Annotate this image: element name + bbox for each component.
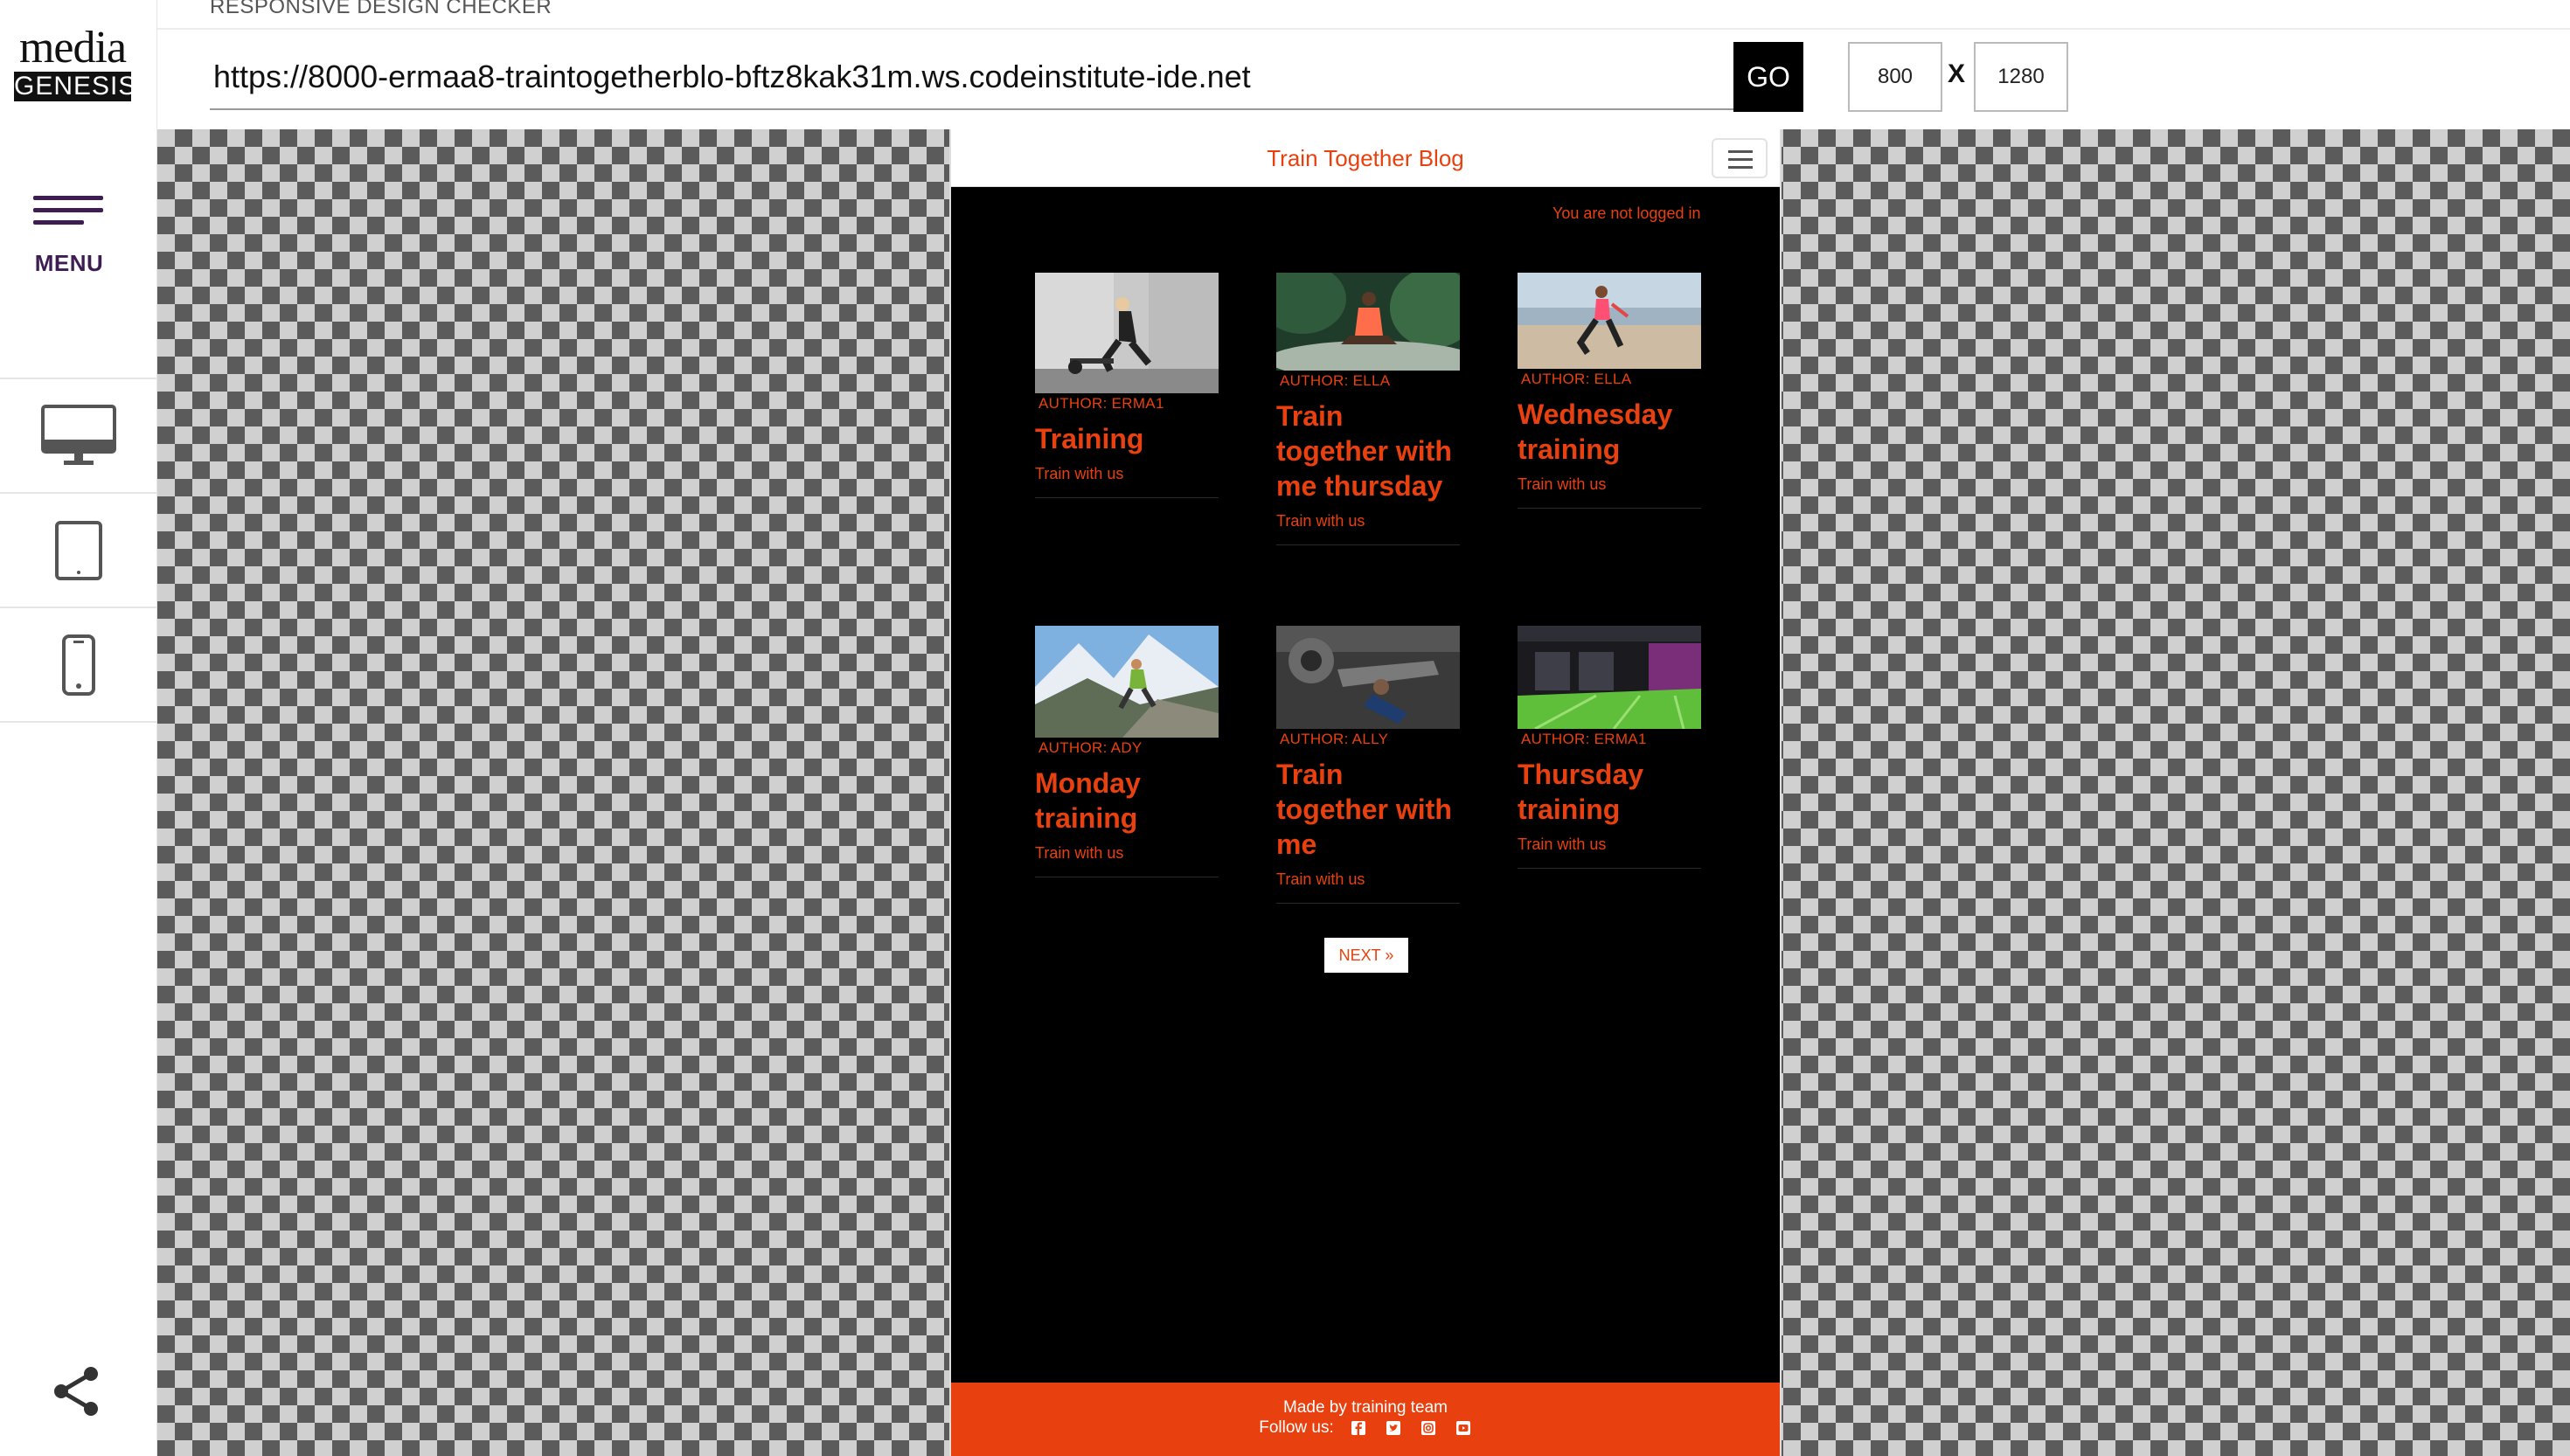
post-excerpt: Train with us [1518,835,1607,853]
post-card: AUTHOR: ERMA1 Thursday training Train wi… [1518,626,1701,869]
blog-footer: Made by training team Follow us: [951,1383,1780,1456]
blog-navbar: Train Together Blog [951,129,1780,187]
logo-text-top: media [18,23,127,73]
page-title: RESPONSIVE DESIGN CHECKER [210,0,552,18]
facebook-icon[interactable] [1350,1419,1367,1437]
divider [1518,868,1701,869]
post-image-gym-press[interactable] [1276,626,1460,729]
phone-icon [62,634,95,696]
post-author: AUTHOR: ADY [1038,739,1143,756]
phone-view-button[interactable] [0,608,157,723]
divider [1035,497,1219,498]
post-title-link[interactable]: Train together with me thursday [1276,399,1460,503]
share-button[interactable] [51,1365,103,1418]
post-author: AUTHOR: ERMA1 [1521,731,1647,747]
dimension-separator: X [1948,59,1966,88]
tablet-view-button[interactable] [0,494,157,608]
desktop-icon [41,404,116,465]
share-icon [54,1367,98,1416]
post-title-link[interactable]: Training [1035,421,1219,456]
divider [1518,508,1701,509]
hamburger-menu-icon [33,196,107,236]
navbar-toggler-button[interactable] [1712,138,1768,178]
post-title-link[interactable]: Wednesday training [1518,397,1701,467]
site-preview-frame: Train Together Blog You are not logged i… [949,129,1782,1456]
post-excerpt: Train with us [1518,475,1607,493]
post-card: AUTHOR: ELLA Wednesday training Train wi… [1518,273,1701,509]
post-card: AUTHOR: ERMA1 Training Train with us [1035,273,1219,498]
post-card: AUTHOR: ADY Monday training Train with u… [1035,626,1219,877]
post-excerpt: Train with us [1035,844,1124,862]
post-image-gym-lunge[interactable] [1035,273,1219,393]
post-author: AUTHOR: ERMA1 [1038,395,1164,412]
url-input[interactable] [210,45,1783,110]
post-title-link[interactable]: Monday training [1035,766,1219,835]
post-image-mountain-hike[interactable] [1035,626,1219,738]
divider [157,28,2570,30]
width-input[interactable] [1848,42,1942,112]
menu-button[interactable]: MENU [0,184,157,280]
post-card: AUTHOR: ELLA Train together with me thur… [1276,273,1460,545]
instagram-icon[interactable] [1420,1419,1437,1437]
divider [1276,544,1460,545]
divider [1276,903,1460,904]
login-status-text: You are not logged in [1552,205,1701,222]
twitter-icon[interactable] [1385,1419,1402,1437]
logo-text-bottom: GENESIS [14,72,137,101]
post-image-yoga[interactable] [1276,273,1460,371]
top-bar: RESPONSIVE DESIGN CHECKER GO X [157,0,2570,129]
blog-brand-link[interactable]: Train Together Blog [951,129,1780,187]
post-excerpt: Train with us [1276,512,1365,530]
post-image-beach-lunge[interactable] [1518,273,1701,369]
next-page-button[interactable]: NEXT » [1324,938,1408,973]
follow-label: Follow us: [1259,1418,1334,1437]
tablet-icon [55,520,102,580]
post-author: AUTHOR: ALLY [1280,731,1389,747]
post-title-link[interactable]: Train together with me [1276,757,1460,862]
go-button[interactable]: GO [1733,42,1803,112]
menu-label: MENU [34,250,104,276]
post-image-gym-interior[interactable] [1518,626,1701,729]
post-author: AUTHOR: ELLA [1521,371,1632,387]
footer-credit: Made by training team [1283,1398,1448,1417]
post-excerpt: Train with us [1035,465,1124,482]
height-input[interactable] [1974,42,2068,112]
device-selector [0,378,157,723]
post-card: AUTHOR: ALLY Train together with me Trai… [1276,626,1460,904]
post-title-link[interactable]: Thursday training [1518,757,1701,827]
post-excerpt: Train with us [1276,870,1365,888]
desktop-view-button[interactable] [0,379,157,494]
sidebar: media GENESIS MENU [0,0,157,1456]
media-genesis-logo[interactable]: media GENESIS [14,23,135,101]
footer-social-row: Follow us: [951,1418,1780,1438]
youtube-icon[interactable] [1455,1419,1472,1437]
post-author: AUTHOR: ELLA [1280,372,1391,389]
